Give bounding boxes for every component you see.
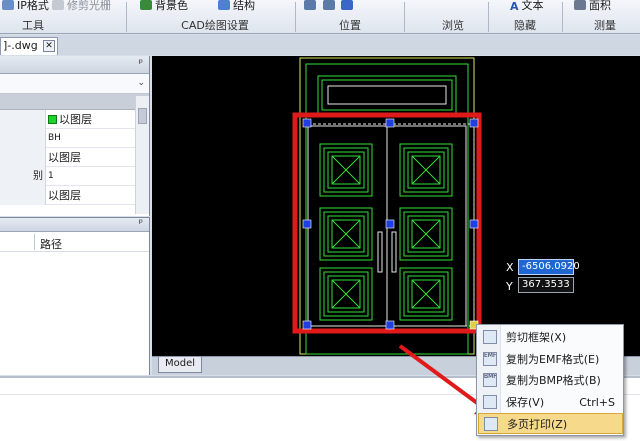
- structure-button[interactable]: 结构: [218, 0, 255, 12]
- close-icon[interactable]: ✕: [43, 40, 55, 52]
- y-coordinate-label: Y: [506, 280, 513, 293]
- chevron-down-icon: ⌄: [137, 78, 145, 88]
- document-tab[interactable]: ]-.dwg ✕: [0, 37, 58, 55]
- area-button[interactable]: 面积: [574, 0, 611, 12]
- property-value: 1: [48, 171, 54, 181]
- x-coordinate-input[interactable]: -6506.0920: [518, 259, 580, 275]
- property-key: [0, 186, 46, 205]
- copy-bmp-icon: BMP: [483, 373, 497, 387]
- file-panel: ᵖ 路径: [0, 217, 150, 375]
- menu-item-save[interactable]: 保存(V) Ctrl+S: [478, 392, 623, 413]
- print-icon: [484, 417, 498, 431]
- save-icon: [483, 395, 497, 409]
- property-key: [0, 148, 46, 167]
- door-panel: [399, 143, 453, 197]
- cut-frame-icon: [483, 330, 497, 344]
- property-key: [0, 129, 46, 148]
- pan-icon: [322, 0, 335, 10]
- door-panel: [319, 267, 373, 321]
- drawing-canvas[interactable]: X -6506.0920 Y 367.3533: [152, 56, 640, 356]
- group-label-hide: 隐藏: [514, 19, 536, 32]
- context-menu: 剪切框架(X) EMF 复制为EMF格式(E) BMP 复制为BMP格式(B) …: [476, 324, 624, 436]
- document-tab-label: ]-.dwg: [3, 39, 38, 52]
- property-value: 以图层: [48, 151, 81, 164]
- scrollbar-thumb[interactable]: [138, 108, 147, 124]
- trim-raster-button[interactable]: 修剪光栅: [52, 0, 111, 12]
- door-panel: [399, 207, 453, 261]
- property-value: BH: [48, 133, 61, 143]
- group-label-position: 位置: [339, 19, 361, 32]
- structure-icon: [218, 0, 230, 10]
- format-icon: [2, 0, 14, 10]
- ribbon-separator: [404, 2, 405, 32]
- ribbon-separator: [126, 2, 127, 32]
- file-list-header: 路径: [0, 232, 149, 252]
- copy-emf-icon: EMF: [483, 352, 497, 366]
- x-coordinate-label: X: [506, 261, 514, 274]
- ribbon-toolbar: IP格式 修剪光栅 背景色 结构 A 文本 面积 工具 CAD绘图设置 位置 浏览…: [0, 0, 640, 34]
- area-icon: [574, 0, 586, 10]
- group-label-cad-settings: CAD绘图设置: [181, 19, 249, 32]
- property-key: 别: [0, 167, 46, 186]
- menu-item-multi-page-print[interactable]: 多页打印(Z): [478, 413, 623, 434]
- menu-item-copy-bmp[interactable]: BMP 复制为BMP格式(B): [478, 370, 623, 391]
- property-row[interactable]: 以图层: [0, 110, 149, 129]
- text-icon: A: [510, 0, 519, 13]
- pin-icon[interactable]: ᵖ: [139, 58, 143, 69]
- property-row[interactable]: 别 1: [0, 167, 149, 186]
- text-button[interactable]: A 文本: [510, 0, 544, 13]
- format-button[interactable]: IP格式: [2, 0, 49, 12]
- y-coordinate-input[interactable]: 367.3533: [518, 277, 574, 293]
- background-color-icon: [140, 0, 152, 10]
- door-panel: [319, 207, 373, 261]
- property-row[interactable]: BH: [0, 129, 149, 148]
- door-drawing: [292, 57, 482, 355]
- properties-panel: ᵖ ⌄ 以图层 BH 以图层 别 1 以图层: [0, 56, 150, 216]
- path-column-header[interactable]: 路径: [40, 236, 62, 252]
- property-value: 以图层: [48, 189, 81, 202]
- door-panel: [319, 143, 373, 197]
- properties-scrollbar[interactable]: [135, 96, 149, 214]
- object-selector-dropdown[interactable]: ⌄: [0, 74, 149, 94]
- tab-model[interactable]: Model: [158, 357, 202, 373]
- menu-item-copy-emf[interactable]: EMF 复制为EMF格式(E): [478, 349, 623, 370]
- document-tab-bar: ]-.dwg ✕: [0, 35, 640, 55]
- group-label-tools: 工具: [22, 19, 44, 32]
- property-row[interactable]: 以图层: [0, 186, 149, 205]
- save-shortcut: Ctrl+S: [579, 396, 615, 409]
- group-label-measure: 测量: [594, 19, 616, 32]
- background-color-button[interactable]: 背景色: [140, 0, 188, 12]
- column-divider[interactable]: [34, 234, 35, 250]
- properties-panel-title: ᵖ: [0, 56, 149, 74]
- position-tools[interactable]: [304, 0, 356, 12]
- menu-item-cut-frame[interactable]: 剪切框架(X): [478, 327, 623, 348]
- ribbon-separator: [488, 2, 489, 32]
- trim-raster-icon: [52, 0, 64, 10]
- property-value: 以图层: [48, 110, 92, 129]
- color-swatch-icon: [48, 115, 57, 124]
- rotate-icon: [341, 0, 353, 10]
- ribbon-separator: [295, 2, 296, 32]
- group-label-browse: 浏览: [442, 19, 464, 32]
- pin-icon[interactable]: ᵖ: [139, 218, 143, 229]
- ribbon-separator: [562, 2, 563, 32]
- file-panel-title: ᵖ: [0, 218, 149, 232]
- properties-header: [0, 94, 149, 110]
- zoom-icon: [304, 0, 316, 10]
- property-row[interactable]: 以图层: [0, 148, 149, 167]
- door-panel: [399, 267, 453, 321]
- property-key: [0, 110, 46, 129]
